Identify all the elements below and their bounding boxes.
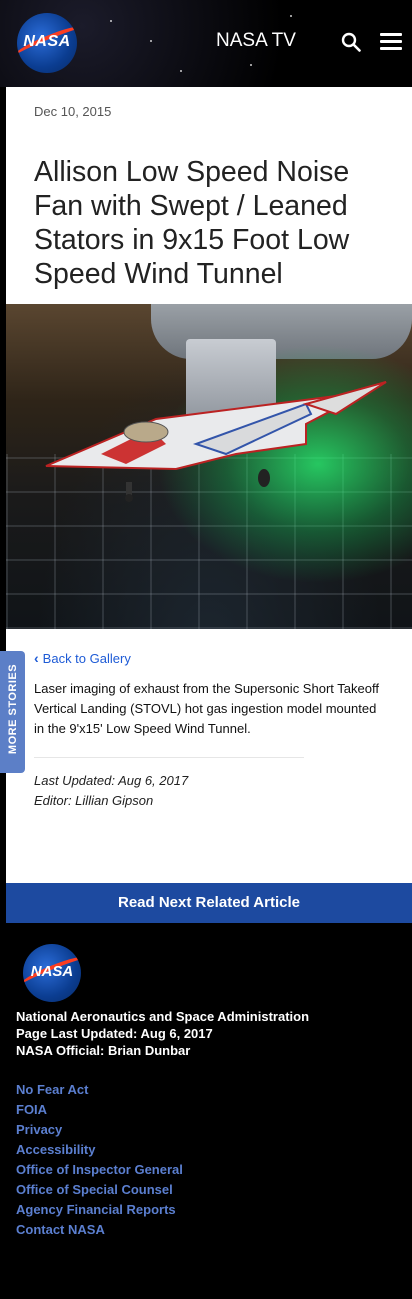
page-last-updated: Page Last Updated: Aug 6, 2017 — [16, 1026, 213, 1041]
back-link-label: Back to Gallery — [42, 651, 131, 666]
back-to-gallery-link[interactable]: ‹ Back to Gallery — [34, 650, 131, 666]
footer-link-special-counsel[interactable]: Office of Special Counsel — [16, 1180, 183, 1200]
editor: Editor: Lillian Gipson — [34, 793, 154, 808]
star-decoration — [150, 40, 152, 42]
hero-image[interactable] — [6, 304, 412, 629]
article-meta: Last Updated: Aug 6, 2017 Editor: Lillia… — [34, 771, 188, 811]
article-content: Dec 10, 2015 Allison Low Speed Noise Fan… — [6, 87, 412, 883]
nasa-logo[interactable]: NASA — [17, 13, 77, 73]
star-decoration — [110, 20, 112, 22]
article-title: Allison Low Speed Noise Fan with Swept /… — [34, 156, 350, 290]
footer-link-contact-nasa[interactable]: Contact NASA — [16, 1220, 183, 1240]
footer-links: No Fear Act FOIA Privacy Accessibility O… — [16, 1080, 183, 1240]
read-next-button[interactable]: Read Next Related Article — [6, 883, 412, 923]
footer-link-privacy[interactable]: Privacy — [16, 1120, 183, 1140]
star-decoration — [250, 64, 252, 66]
star-decoration — [180, 70, 182, 72]
agency-info: National Aeronautics and Space Administr… — [16, 1008, 309, 1059]
site-header: NASA NASA TV — [0, 0, 412, 87]
aircraft-model-illustration — [45, 381, 387, 502]
agency-name: National Aeronautics and Space Administr… — [16, 1009, 310, 1024]
search-icon[interactable] — [341, 32, 361, 52]
hamburger-menu-icon[interactable] — [380, 33, 402, 51]
more-stories-label: MORE STORIES — [7, 663, 19, 755]
last-updated: Last Updated: Aug 6, 2017 — [34, 773, 189, 788]
article-date: Dec 10, 2015 — [34, 104, 112, 119]
more-stories-tab[interactable]: MORE STORIES — [0, 651, 25, 773]
divider — [34, 757, 304, 758]
logo-text: NASA — [23, 33, 71, 50]
footer-logo-text: NASA — [30, 963, 74, 980]
footer-link-inspector-general[interactable]: Office of Inspector General — [16, 1160, 183, 1180]
star-decoration — [290, 15, 292, 17]
footer-link-accessibility[interactable]: Accessibility — [16, 1140, 183, 1160]
nasa-official: NASA Official: Brian Dunbar — [16, 1043, 191, 1058]
image-caption: Laser imaging of exhaust from the Supers… — [34, 681, 379, 736]
footer-link-no-fear-act[interactable]: No Fear Act — [16, 1080, 183, 1100]
nasa-tv-link[interactable]: NASA TV — [216, 30, 296, 52]
footer-nasa-logo[interactable]: NASA — [23, 944, 81, 1002]
footer-link-financial-reports[interactable]: Agency Financial Reports — [16, 1200, 183, 1220]
site-footer: NASA National Aeronautics and Space Admi… — [0, 923, 412, 1299]
footer-link-foia[interactable]: FOIA — [16, 1100, 183, 1120]
chevron-left-icon: ‹ — [34, 650, 39, 666]
